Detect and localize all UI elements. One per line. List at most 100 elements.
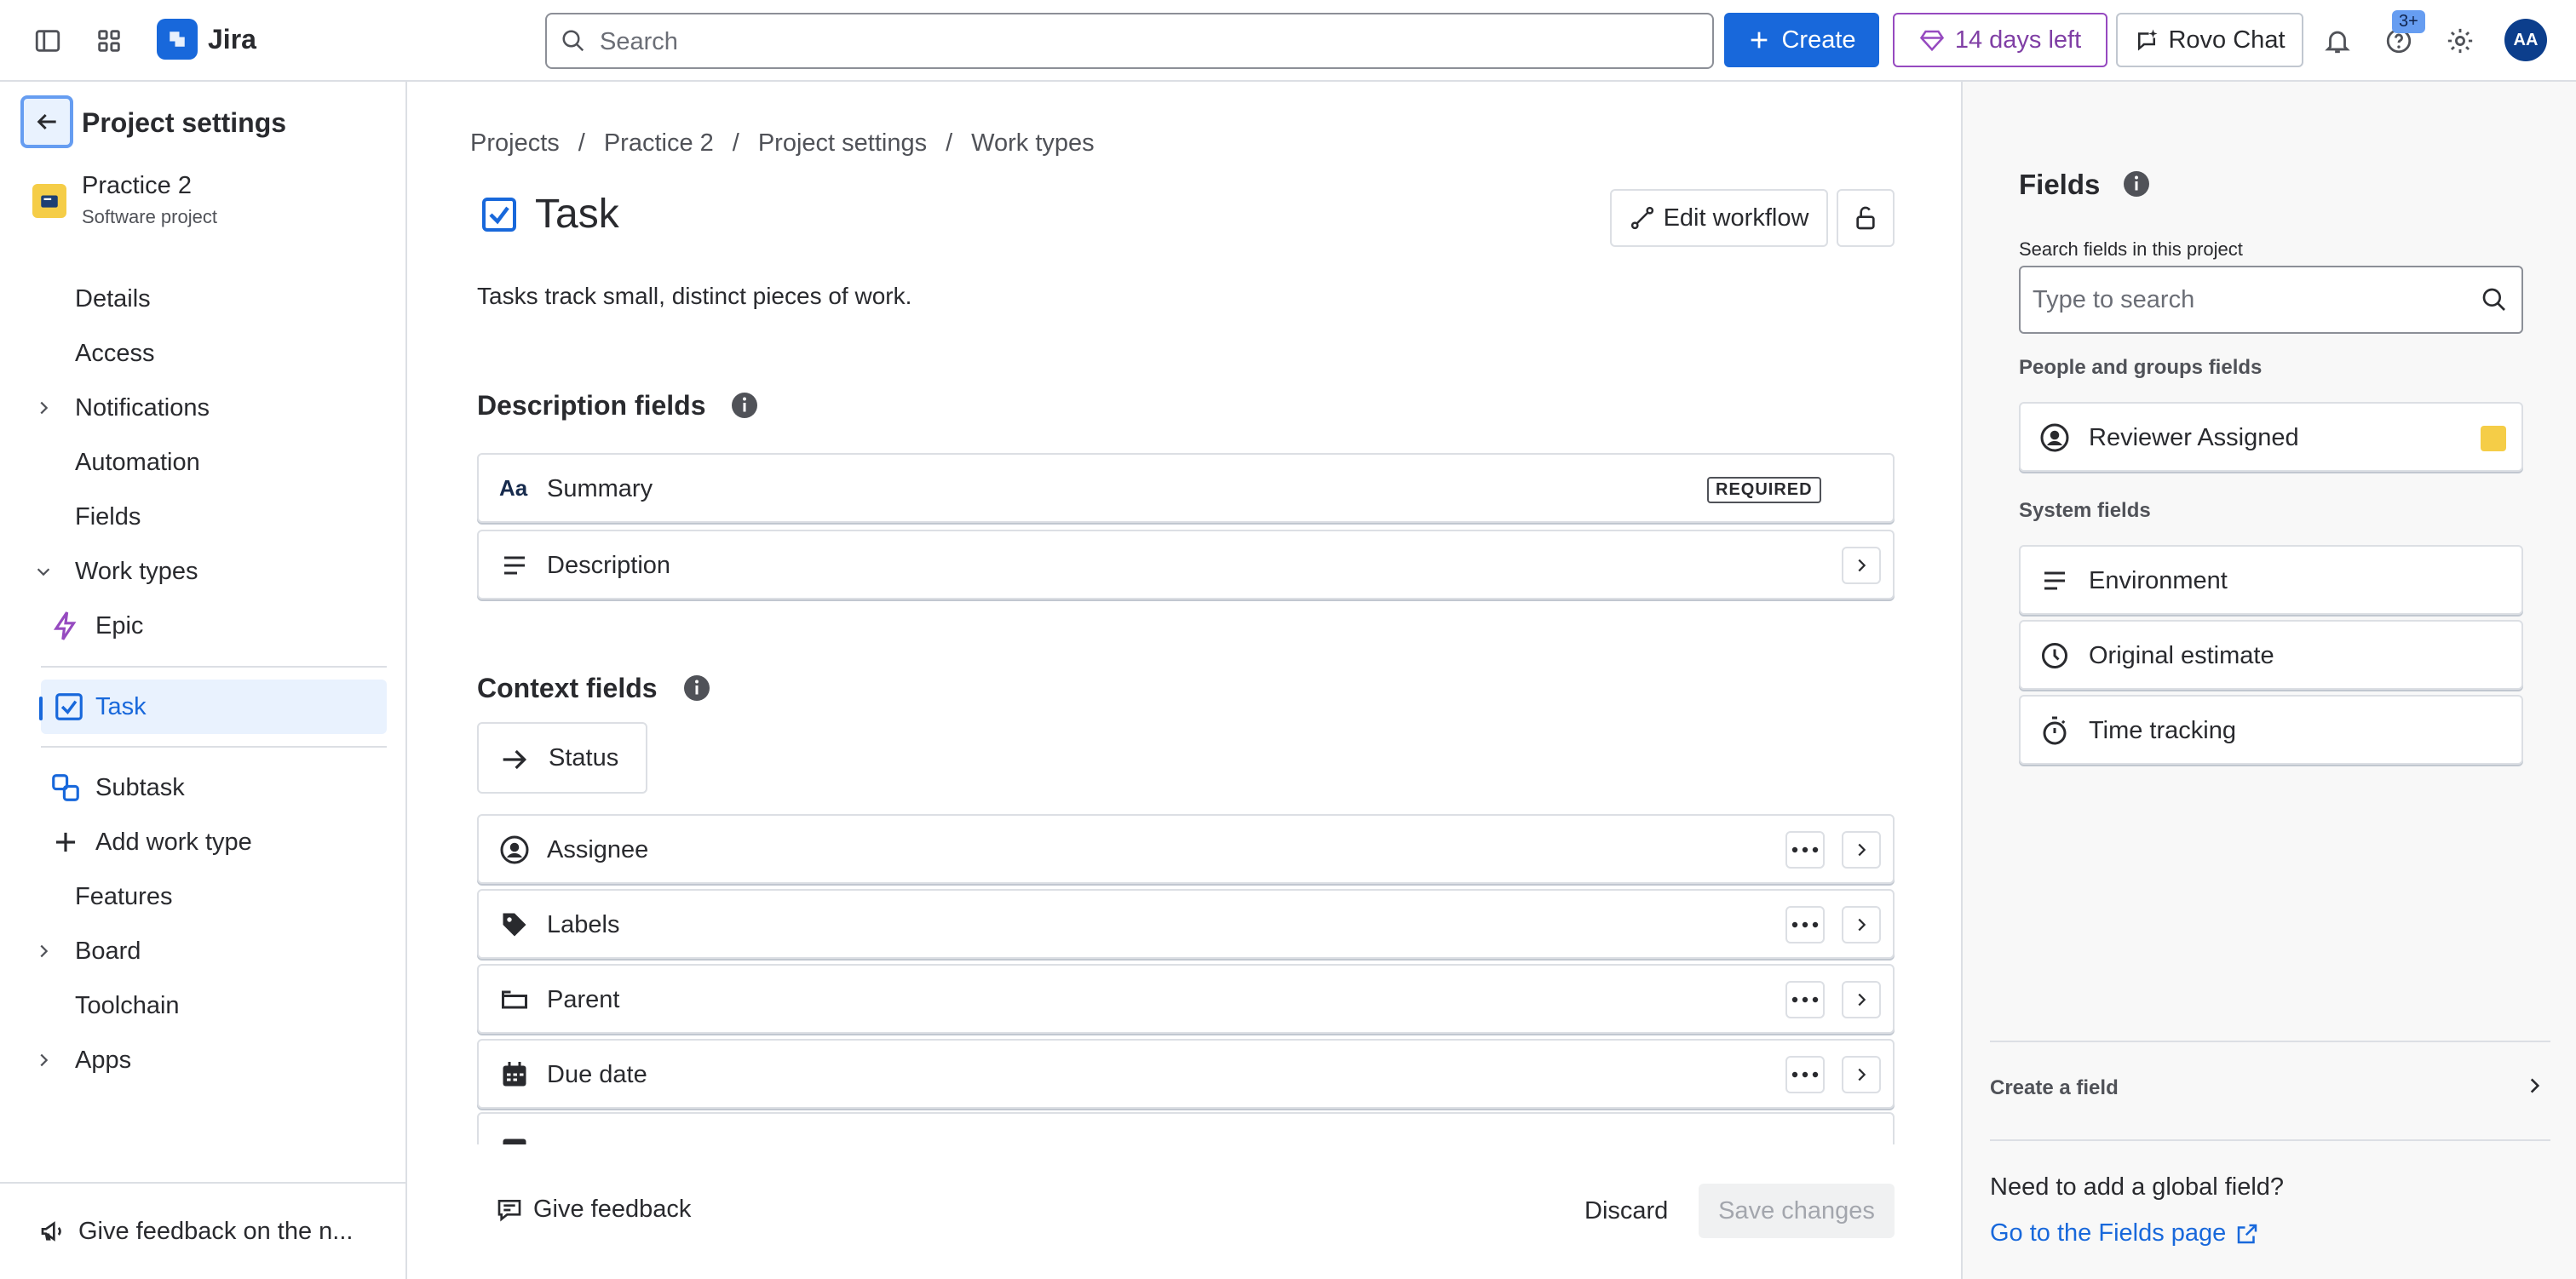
chevron-right-icon[interactable] xyxy=(34,399,53,417)
field-row-labels[interactable]: Labels xyxy=(477,889,1895,959)
field-card-reviewer-assigned[interactable]: Reviewer Assigned xyxy=(2019,402,2523,472)
project-name[interactable]: Practice 2 xyxy=(82,172,192,200)
settings-gear-icon[interactable] xyxy=(2438,19,2482,63)
sidebar-item-label: Details xyxy=(75,284,151,313)
more-actions-button[interactable] xyxy=(1785,1056,1825,1093)
field-row-parent[interactable]: Parent xyxy=(477,964,1895,1034)
project-type: Software project xyxy=(82,206,217,227)
search-fields-input[interactable]: Type to search xyxy=(2019,266,2523,334)
breadcrumb-separator: / xyxy=(732,129,739,157)
sidebar-item-label: Features xyxy=(75,882,173,910)
required-badge: REQUIRED xyxy=(1707,477,1821,503)
calendar-icon xyxy=(499,1059,530,1090)
expand-field-button[interactable] xyxy=(1842,906,1881,943)
sidebar-item-epic[interactable]: Epic xyxy=(0,599,407,653)
text-lines-icon xyxy=(2039,565,2070,596)
field-card-environment[interactable]: Environment xyxy=(2019,545,2523,615)
sidebar-toggle-icon[interactable] xyxy=(26,19,70,63)
workflow-icon xyxy=(1630,205,1655,231)
field-card-original-estimate[interactable]: Original estimate xyxy=(2019,620,2523,690)
create-button[interactable]: Create xyxy=(1724,13,1879,67)
task-icon xyxy=(53,691,85,723)
info-icon[interactable] xyxy=(681,673,712,703)
info-icon[interactable] xyxy=(2121,169,2152,199)
expand-field-button[interactable] xyxy=(1842,981,1881,1018)
field-label: Assignee xyxy=(547,836,649,863)
sidebar-item-subtask[interactable]: Subtask xyxy=(0,760,407,815)
sidebar-item-access[interactable]: Access xyxy=(0,326,407,381)
feedback-icon xyxy=(496,1196,523,1224)
jira-logo-icon[interactable] xyxy=(157,19,198,60)
breadcrumb-item[interactable]: Work types xyxy=(971,129,1095,158)
sidebar-item-fields[interactable]: Fields xyxy=(0,490,407,544)
help-badge: 3+ xyxy=(2392,10,2425,33)
edit-workflow-button[interactable]: Edit workflow xyxy=(1610,189,1828,247)
status-field[interactable]: Status xyxy=(477,722,647,794)
more-actions-button[interactable] xyxy=(1785,831,1825,869)
notifications-icon[interactable] xyxy=(2315,19,2360,63)
field-row-due-date[interactable]: Due date xyxy=(477,1039,1895,1109)
unlock-icon xyxy=(1852,204,1879,232)
save-changes-button[interactable]: Save changes xyxy=(1699,1184,1895,1238)
more-horizontal-icon xyxy=(1791,921,1820,929)
field-label: Due date xyxy=(547,1061,647,1088)
more-actions-button[interactable] xyxy=(1785,906,1825,943)
search-fields-label: Search fields in this project xyxy=(2019,238,2243,260)
field-label: Environment xyxy=(2089,567,2228,594)
chevron-down-icon[interactable] xyxy=(34,562,53,581)
sidebar-item-features[interactable]: Features xyxy=(0,869,407,924)
sidebar-item-label: Work types xyxy=(75,557,198,585)
sidebar-item-notifications[interactable]: Notifications xyxy=(0,381,407,435)
epic-icon xyxy=(49,610,82,642)
field-row-summary[interactable]: Aa Summary REQUIRED xyxy=(477,453,1895,523)
discard-button[interactable]: Discard xyxy=(1584,1197,1668,1225)
more-actions-button[interactable] xyxy=(1785,981,1825,1018)
avatar[interactable]: AA xyxy=(2504,19,2547,61)
info-icon[interactable] xyxy=(729,390,760,421)
go-to-fields-link[interactable]: Go to the Fields page xyxy=(1990,1219,2260,1247)
sidebar-item-label: Automation xyxy=(75,448,200,476)
sidebar-item-task[interactable]: Task xyxy=(41,680,387,734)
expand-field-button[interactable] xyxy=(1842,1056,1881,1093)
breadcrumb-item[interactable]: Projects xyxy=(470,129,560,158)
expand-field-button[interactable] xyxy=(1842,547,1881,584)
more-horizontal-icon xyxy=(1791,995,1820,1004)
chevron-right-icon[interactable] xyxy=(34,1051,53,1070)
lock-button[interactable] xyxy=(1837,189,1895,247)
sidebar-item-board[interactable]: Board xyxy=(0,924,407,978)
sidebar-item-automation[interactable]: Automation xyxy=(0,435,407,490)
create-field-link[interactable]: Create a field xyxy=(1990,1076,2119,1100)
search-input[interactable]: Search xyxy=(545,13,1714,69)
field-card-time-tracking[interactable]: Time tracking xyxy=(2019,695,2523,765)
sidebar-item-label: Apps xyxy=(75,1046,132,1074)
sidebar-feedback[interactable]: Give feedback on the n... xyxy=(0,1182,407,1279)
field-row-description[interactable]: Description xyxy=(477,530,1895,599)
top-navigation: Jira Search Create 14 days left Rovo Cha… xyxy=(0,0,2576,82)
expand-field-button[interactable] xyxy=(1842,831,1881,869)
chevron-right-icon[interactable] xyxy=(2523,1075,2545,1097)
field-label: Description xyxy=(547,552,671,579)
breadcrumb-separator: / xyxy=(946,129,953,157)
trial-button[interactable]: 14 days left xyxy=(1893,13,2107,67)
field-row-assignee[interactable]: Assignee xyxy=(477,814,1895,884)
parent-icon xyxy=(499,984,530,1015)
field-label: Time tracking xyxy=(2089,717,2236,744)
sidebar-item-details[interactable]: Details xyxy=(0,272,407,326)
app-switcher-icon[interactable] xyxy=(87,19,131,63)
breadcrumb-item[interactable]: Practice 2 xyxy=(604,129,714,158)
give-feedback-label: Give feedback xyxy=(533,1196,692,1223)
app-name[interactable]: Jira xyxy=(208,24,256,55)
field-label: Status xyxy=(549,744,619,771)
rovo-chat-button[interactable]: Rovo Chat xyxy=(2116,13,2303,67)
person-icon xyxy=(499,835,530,865)
chat-sparkle-icon xyxy=(2134,27,2159,53)
breadcrumb-item[interactable]: Project settings xyxy=(758,129,927,158)
give-feedback-button[interactable]: Give feedback xyxy=(496,1196,691,1224)
chevron-right-icon[interactable] xyxy=(34,942,53,961)
back-button[interactable] xyxy=(20,95,73,148)
sidebar-item-toolchain[interactable]: Toolchain xyxy=(0,978,407,1033)
sidebar-item-apps[interactable]: Apps xyxy=(0,1033,407,1087)
sidebar-item-work-types[interactable]: Work types xyxy=(0,544,407,599)
add-work-type-button[interactable]: Add work type xyxy=(0,815,407,869)
go-to-fields-label: Go to the Fields page xyxy=(1990,1219,2227,1247)
